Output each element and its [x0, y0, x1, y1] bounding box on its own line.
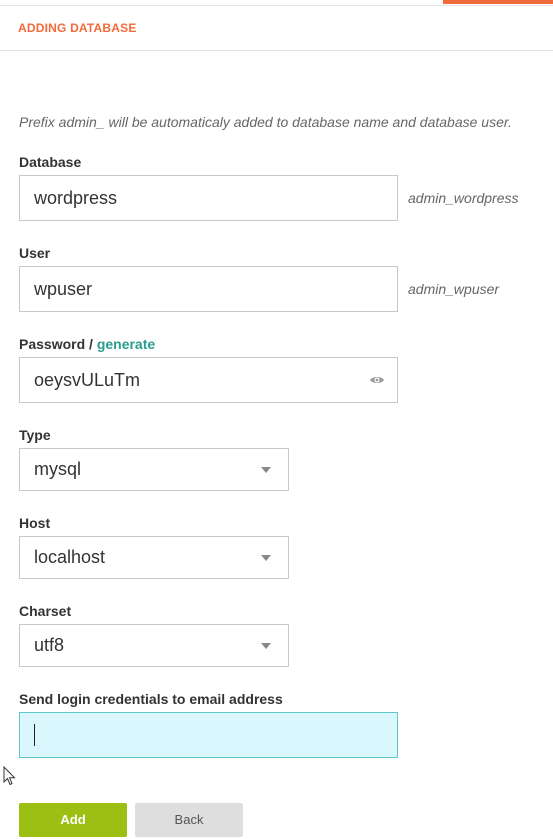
- password-value: oeysvULuTm: [34, 370, 141, 390]
- password-input[interactable]: oeysvULuTm: [19, 357, 398, 403]
- generate-password-link[interactable]: generate: [97, 336, 155, 352]
- charset-selected-value: utf8: [34, 635, 65, 655]
- page-title: ADDING DATABASE: [18, 21, 137, 35]
- database-user-input[interactable]: wpuser: [19, 266, 398, 312]
- mouse-pointer-icon: [3, 766, 16, 786]
- chevron-down-icon: [261, 643, 271, 649]
- host-select[interactable]: localhost: [19, 536, 289, 579]
- host-label: Host: [19, 515, 51, 531]
- password-label-text: Password /: [19, 336, 93, 352]
- user-prefixed-name: admin_wpuser: [408, 281, 500, 297]
- user-label: User: [19, 245, 51, 261]
- type-select[interactable]: mysql: [19, 448, 289, 491]
- active-tab-indicator: [443, 0, 553, 4]
- charset-select[interactable]: utf8: [19, 624, 289, 667]
- eye-icon[interactable]: [369, 372, 385, 388]
- password-label: Password / generate: [19, 336, 155, 352]
- chevron-down-icon: [261, 467, 271, 473]
- email-input[interactable]: [19, 712, 398, 758]
- database-name-input[interactable]: wordpress: [19, 175, 398, 221]
- host-selected-value: localhost: [34, 547, 106, 567]
- chevron-down-icon: [261, 555, 271, 561]
- add-button[interactable]: Add: [19, 803, 127, 837]
- database-label: Database: [19, 154, 82, 170]
- header-divider: [0, 50, 553, 51]
- type-selected-value: mysql: [34, 459, 82, 479]
- type-label: Type: [19, 427, 51, 443]
- back-button[interactable]: Back: [135, 803, 243, 837]
- charset-label: Charset: [19, 603, 72, 619]
- prefix-note: Prefix admin_ will be automaticaly added…: [19, 114, 512, 130]
- text-cursor: [34, 724, 35, 746]
- database-prefixed-name: admin_wordpress: [408, 190, 519, 206]
- email-label: Send login credentials to email address: [19, 691, 283, 707]
